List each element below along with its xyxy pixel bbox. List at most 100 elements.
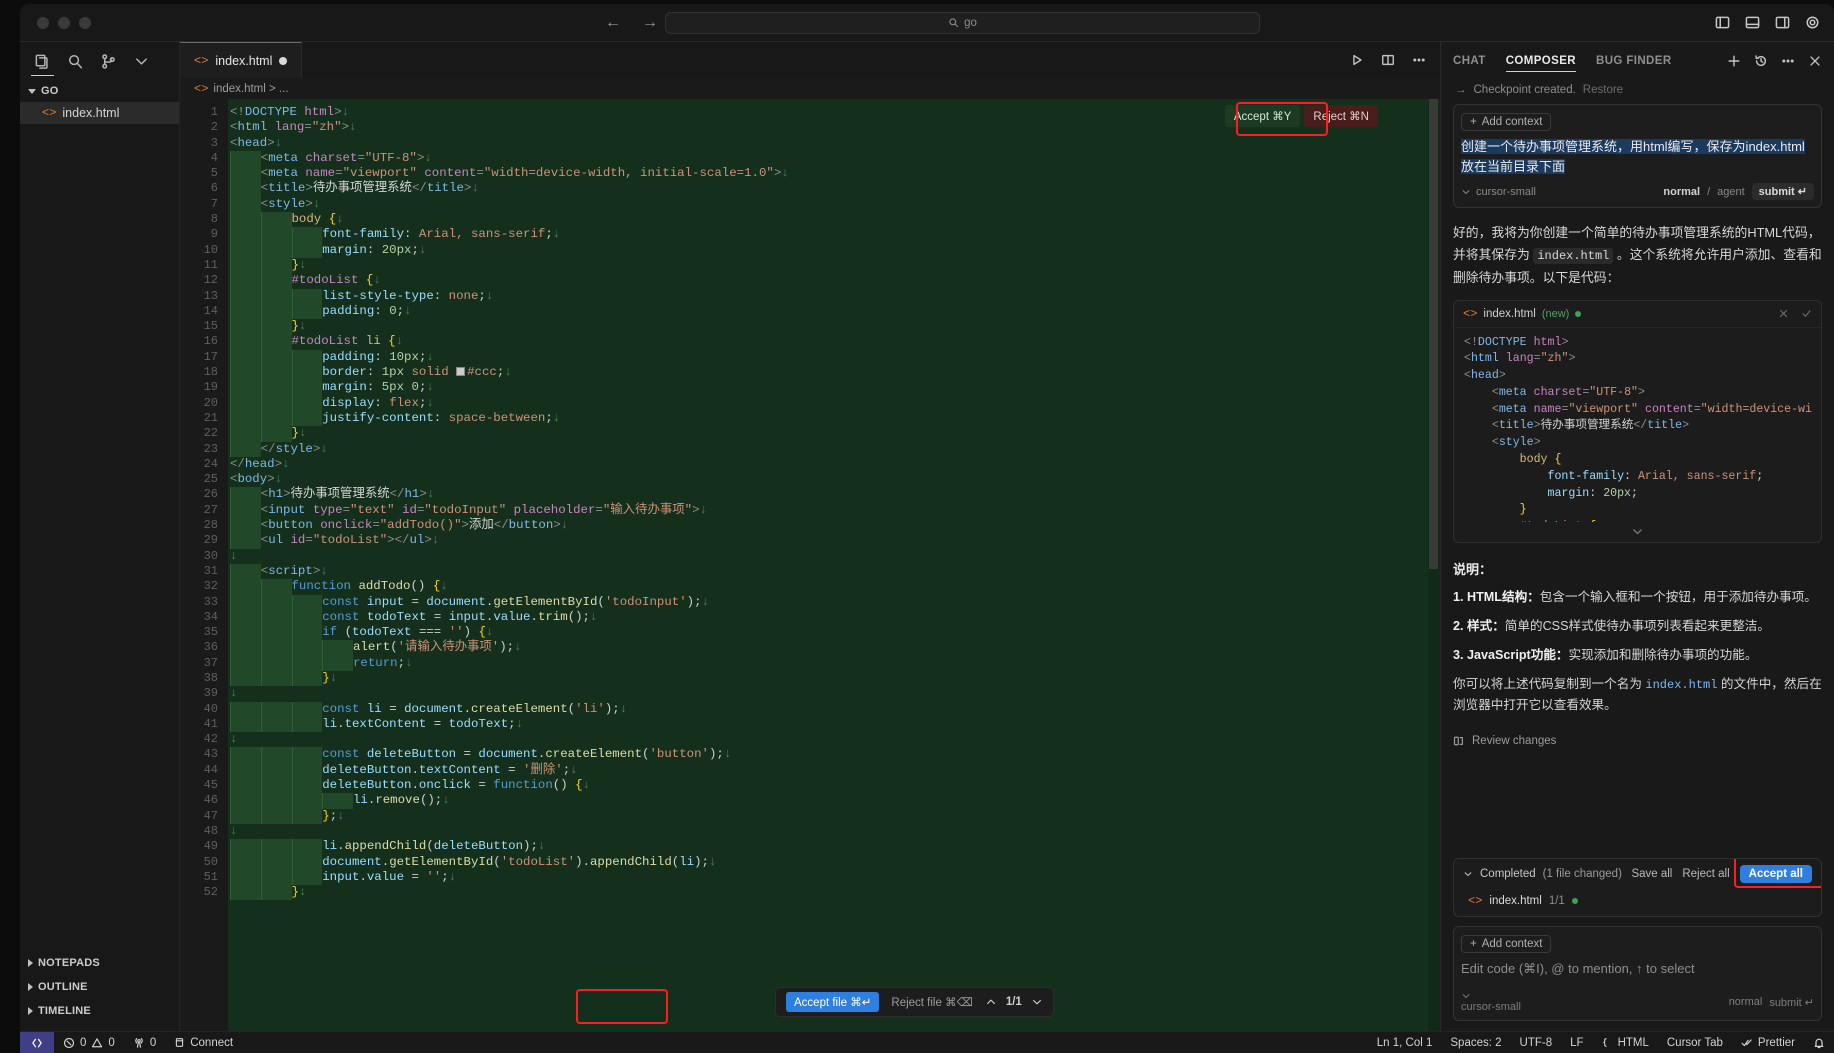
maximize-window-button[interactable] (79, 16, 91, 29)
code-line[interactable]: <head>↓ (228, 136, 1440, 151)
code-line[interactable]: ↓ (228, 549, 1440, 564)
code-line[interactable]: }↓ (228, 670, 1440, 687)
code-line[interactable]: justify-content: space-between;↓ (228, 410, 1440, 427)
tab-index-html[interactable]: <> index.html (180, 42, 303, 78)
problems-indicator[interactable]: 0 0 (54, 1037, 124, 1049)
chevron-up-icon[interactable] (985, 996, 997, 1008)
code-line[interactable]: <h1>待办事项管理系统</h1>↓ (228, 487, 1440, 503)
code-line[interactable]: padding: 10px;↓ (228, 349, 1440, 366)
reject-button[interactable]: Reject ⌘N (1304, 105, 1378, 127)
radio-tower-indicator[interactable]: 0 (124, 1037, 165, 1049)
window-controls[interactable] (20, 16, 91, 29)
code-line[interactable]: margin: 5px 0;↓ (228, 380, 1440, 396)
code-line[interactable]: li.appendChild(deleteButton);↓ (228, 839, 1440, 855)
tab-bug-finder[interactable]: BUG FINDER (1596, 42, 1672, 80)
chat-tab-bar[interactable]: CHAT COMPOSER BUG FINDER (1441, 42, 1834, 80)
forward-icon[interactable]: → (642, 14, 658, 31)
code-line[interactable]: document.getElementById('todoList').appe… (228, 854, 1440, 870)
mode-agent[interactable]: agent (1717, 186, 1745, 198)
save-all-button[interactable]: Save all (1631, 868, 1672, 880)
sidebar-item-index-html[interactable]: <> index.html (20, 102, 179, 124)
code-line[interactable]: }↓ (228, 257, 1440, 274)
connect-button[interactable]: Connect (165, 1037, 242, 1049)
chat-messages[interactable]: + Add context 创建一个待办事项管理系统，用html编写，保存为in… (1441, 104, 1834, 858)
code-line[interactable]: display: flex;↓ (228, 395, 1440, 411)
chevron-down-icon[interactable] (133, 42, 150, 80)
expand-code-icon[interactable] (1454, 522, 1821, 542)
code-line[interactable]: <meta name="viewport" content="width=dev… (228, 166, 1440, 182)
code-line[interactable]: ↓ (228, 732, 1440, 747)
code-line[interactable]: <body>↓ (228, 472, 1440, 487)
code-line[interactable]: alert('请输入待办事项');↓ (228, 640, 1440, 656)
code-line[interactable]: }↓ (228, 319, 1440, 335)
code-line[interactable]: </style>↓ (228, 441, 1440, 457)
review-changes-button[interactable]: Review changes (1453, 735, 1822, 747)
code-line[interactable]: padding: 0;↓ (228, 303, 1440, 320)
new-chat-icon[interactable] (1727, 54, 1741, 68)
chevron-down-icon[interactable] (1031, 996, 1043, 1008)
breadcrumb[interactable]: <> index.html > ... (180, 78, 1440, 99)
notifications-button[interactable] (1804, 1037, 1834, 1049)
indentation[interactable]: Spaces: 2 (1441, 1037, 1510, 1049)
model-selector-bottom[interactable]: cursor-small (1461, 991, 1521, 1013)
chat-header-actions[interactable] (1727, 54, 1822, 68)
code-line[interactable]: #todoList {↓ (228, 273, 1440, 289)
more-actions-icon[interactable] (1412, 53, 1426, 67)
code-line[interactable]: return;↓ (228, 655, 1440, 671)
prettier-status[interactable]: Prettier (1732, 1037, 1804, 1049)
code-line[interactable]: <title>待办事项管理系统</title>↓ (228, 181, 1440, 197)
code-editor[interactable]: 1 2 3 4 5 6 7 8 9 10 11 12 13 14 15 16 17 18 19 20 21 22 23 24 2… (180, 99, 1440, 1031)
chat-input-box[interactable]: + Add context Edit code (⌘I), @ to menti… (1453, 926, 1822, 1021)
encoding[interactable]: UTF-8 (1511, 1037, 1562, 1049)
toggle-bottom-panel-icon[interactable] (1745, 15, 1760, 30)
code-line[interactable]: input.value = '';↓ (228, 869, 1440, 886)
sidebar-section-timeline[interactable]: TIMELINE (20, 999, 179, 1023)
add-context-button[interactable]: + Add context (1461, 113, 1552, 131)
check-icon[interactable] (1801, 308, 1812, 319)
source-control-icon[interactable] (100, 42, 117, 80)
add-context-button-bottom[interactable]: + Add context (1461, 935, 1552, 953)
code-line[interactable]: font-family: Arial, sans-serif;↓ (228, 227, 1440, 243)
split-editor-icon[interactable] (1381, 53, 1395, 67)
reject-all-button[interactable]: Reject all (1682, 868, 1729, 880)
more-options-icon[interactable] (1781, 54, 1795, 68)
assistant-code-card[interactable]: <> index.html (new) <!DOCTYPE html> <html… (1453, 299, 1822, 543)
completed-header[interactable]: Completed (1 file changed) Save all Reje… (1454, 859, 1821, 889)
user-prompt-box[interactable]: + Add context 创建一个待办事项管理系统，用html编写，保存为in… (1453, 104, 1822, 208)
go-search-bar[interactable]: go (665, 11, 1260, 34)
code-line[interactable]: li.textContent = todoText;↓ (228, 716, 1440, 733)
sidebar-section-outline[interactable]: OUTLINE (20, 975, 179, 999)
code-line[interactable]: border: 1px solid #ccc;↓ (228, 365, 1440, 381)
close-icon[interactable] (1808, 54, 1822, 68)
mode-normal-bottom[interactable]: normal (1729, 996, 1763, 1008)
code-line[interactable]: }↓ (228, 426, 1440, 442)
settings-gear-icon[interactable] (1805, 15, 1820, 30)
restore-link[interactable]: Restore (1583, 84, 1623, 96)
chevron-down-icon[interactable] (1463, 869, 1473, 879)
code-line[interactable]: <input type="text" id="todoInput" placeh… (228, 502, 1440, 519)
tab-composer[interactable]: COMPOSER (1505, 42, 1577, 80)
completed-file-row[interactable]: <> index.html 1/1 (1454, 889, 1821, 916)
close-window-button[interactable] (37, 16, 49, 29)
code-line[interactable]: ↓ (228, 686, 1440, 701)
history-icon[interactable] (1754, 54, 1768, 68)
submit-button[interactable]: submit ↵ (1751, 183, 1814, 200)
chat-input-placeholder[interactable]: Edit code (⌘I), @ to mention, ↑ to selec… (1461, 961, 1814, 977)
accept-all-button[interactable]: Accept all (1739, 865, 1812, 883)
code-line[interactable]: const deleteButton = document.createElem… (228, 747, 1440, 763)
code-line[interactable]: <meta charset="UTF-8">↓ (228, 150, 1440, 167)
model-selector[interactable]: cursor-small (1461, 186, 1536, 198)
code-content[interactable]: <!DOCTYPE html>↓ <html lang="zh">↓ <head>↓… (228, 99, 1440, 1031)
explorer-section-header[interactable]: GO (20, 80, 179, 102)
back-icon[interactable]: ← (605, 14, 621, 31)
toggle-right-panel-icon[interactable] (1775, 15, 1790, 30)
code-line[interactable]: #todoList li {↓ (228, 334, 1440, 350)
code-line[interactable]: const li = document.createElement('li');… (228, 701, 1440, 717)
checkpoint-row[interactable]: → Checkpoint created. Restore (1441, 80, 1834, 104)
explorer-icon[interactable] (31, 42, 54, 80)
cursor-tab-toggle[interactable]: Cursor Tab (1658, 1037, 1732, 1049)
remote-indicator[interactable] (20, 1031, 54, 1053)
editor-scrollbar[interactable] (1428, 99, 1440, 1031)
cursor-position[interactable]: Ln 1, Col 1 (1368, 1037, 1442, 1049)
diff-navigation[interactable]: 1/1 (985, 996, 1043, 1008)
